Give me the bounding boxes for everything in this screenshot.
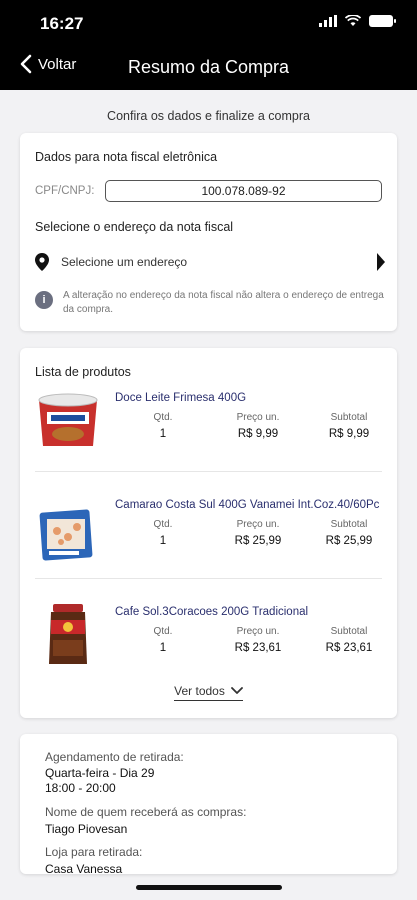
chevron-left-icon (20, 54, 32, 74)
info-text: A alteração no endereço da nota fiscal n… (63, 290, 384, 315)
cpf-field[interactable]: 100.078.089-92 (105, 180, 382, 202)
products-card: Lista de produtos Doce Leite Frimesa 400… (20, 348, 397, 718)
page-subtitle: Confira os dados e finalize a compra (107, 109, 310, 123)
battery-icon (369, 15, 396, 27)
address-selector[interactable]: Selecione um endereço (35, 251, 385, 273)
cpf-label: CPF/CNPJ: (35, 185, 95, 197)
subtotal-value: R$ 25,99 (325, 535, 373, 547)
schedule-label: Agendamento de retirada: (45, 750, 184, 764)
receiver-label: Nome de quem receberá as compras: (45, 805, 247, 819)
product-name: Doce Leite Frimesa 400G (115, 392, 247, 404)
fiscal-section-title: Dados para nota fiscal eletrônica (35, 150, 218, 164)
see-all-label: Ver todos (174, 684, 225, 698)
qty-header: Qtd. (153, 412, 173, 423)
store-label: Loja para retirada: (45, 845, 143, 859)
divider (35, 471, 382, 472)
info-icon: i (35, 291, 53, 309)
receiver-name: Tiago Piovesan (45, 822, 128, 836)
chevron-down-icon (230, 687, 243, 694)
qty-header: Qtd. (153, 519, 173, 530)
status-bar: 16:27 (0, 0, 417, 44)
nav-bar: Resumo da Compra Voltar (0, 44, 417, 90)
schedule-day: Quarta-feira - Dia 29 (45, 766, 155, 780)
products-section-title: Lista de produtos (35, 365, 131, 379)
product-name: Camarao Costa Sul 400G Vanamei Int.Coz.4… (115, 499, 380, 511)
subtotal-header: Subtotal (330, 626, 368, 637)
product-name: Cafe Sol.3Coracoes 200G Tradicional (115, 606, 309, 618)
status-icons (319, 15, 396, 27)
address-info: i A alteração no endereço da nota fiscal… (35, 289, 385, 317)
back-button[interactable]: Voltar (20, 54, 76, 74)
divider (35, 578, 382, 579)
back-label: Voltar (38, 55, 77, 73)
address-section-title: Selecione o endereço da nota fiscal (35, 220, 234, 234)
subtotal-value: R$ 9,99 (328, 428, 370, 440)
product-item[interactable]: Doce Leite Frimesa 400G Qtd. 1 Preço un. R… (35, 386, 382, 493)
product-image-camarao (39, 509, 93, 561)
signal-icon (319, 15, 337, 27)
qty-header: Qtd. (153, 626, 173, 637)
store-name: Casa Vanessa (45, 862, 123, 874)
schedule-time: 18:00 - 20:00 (45, 781, 116, 795)
status-time: 16:27 (40, 14, 84, 33)
product-image-cafe (49, 604, 87, 664)
caret-right-icon (377, 253, 385, 271)
see-all-wrapper: Ver todos (20, 684, 397, 701)
price-value: R$ 9,99 (237, 428, 279, 440)
see-all-button[interactable]: Ver todos (174, 684, 243, 701)
subtotal-header: Subtotal (330, 412, 368, 423)
location-pin-icon (35, 253, 49, 271)
subtotal-header: Subtotal (330, 519, 368, 530)
qty-value: 1 (159, 535, 167, 547)
price-value: R$ 25,99 (234, 535, 282, 547)
price-header: Preço un. (236, 412, 280, 423)
price-header: Preço un. (236, 519, 280, 530)
qty-value: 1 (159, 642, 167, 654)
product-image-doce-leite (38, 393, 98, 446)
qty-value: 1 (159, 428, 167, 440)
subtotal-value: R$ 23,61 (325, 642, 373, 654)
pickup-card: Agendamento de retirada: Quarta-feira - … (20, 734, 397, 874)
address-placeholder: Selecione um endereço (61, 255, 188, 269)
home-indicator (136, 885, 282, 890)
wifi-icon (345, 15, 361, 26)
price-value: R$ 23,61 (234, 642, 282, 654)
price-header: Preço un. (236, 626, 280, 637)
fiscal-card: Dados para nota fiscal eletrônica CPF/CN… (20, 133, 397, 331)
product-item[interactable]: Camarao Costa Sul 400G Vanamei Int.Coz.4… (35, 493, 382, 600)
